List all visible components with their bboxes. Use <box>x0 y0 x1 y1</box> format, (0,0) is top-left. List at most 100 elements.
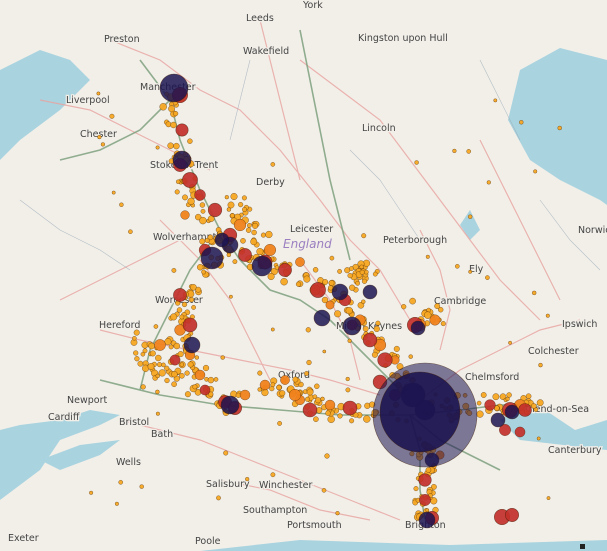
data-point-cluster-large <box>410 320 426 336</box>
data-point <box>337 413 343 419</box>
data-point-cluster <box>429 314 441 326</box>
data-point <box>176 307 183 313</box>
data-point <box>314 383 320 390</box>
london-cluster <box>379 371 461 453</box>
data-point <box>440 321 446 327</box>
data-point <box>361 278 368 284</box>
data-point <box>322 349 327 354</box>
data-point <box>546 496 551 501</box>
data-point <box>173 142 180 150</box>
data-point <box>325 410 331 416</box>
data-point <box>276 384 282 391</box>
data-point-cluster <box>418 473 432 487</box>
data-point <box>241 195 247 201</box>
data-point-cluster <box>342 400 358 416</box>
data-point <box>170 121 177 129</box>
data-point-cluster <box>278 263 292 277</box>
city-label-kingston-upon-hull: Kingston upon Hull <box>358 33 448 44</box>
city-label-lincoln: Lincoln <box>362 123 396 134</box>
data-point <box>480 392 487 398</box>
data-point <box>557 125 562 131</box>
data-point-cluster-large <box>183 336 201 354</box>
data-point-cluster <box>514 426 526 438</box>
data-point <box>359 269 365 275</box>
data-point <box>228 294 233 299</box>
data-point <box>303 275 311 283</box>
data-point <box>414 160 419 165</box>
data-point <box>506 392 512 398</box>
data-point-cluster <box>194 369 206 381</box>
data-point <box>362 325 369 332</box>
data-point <box>149 350 156 357</box>
city-label-wakefield: Wakefield <box>243 46 289 57</box>
data-point-cluster-large <box>342 316 362 336</box>
data-point <box>171 381 177 388</box>
map-canvas[interactable]: England York Leeds Preston Wakefield Kin… <box>0 0 607 551</box>
data-point <box>114 501 119 506</box>
data-point <box>245 476 250 482</box>
city-label-winchester: Winchester <box>259 480 312 491</box>
data-point <box>179 314 185 320</box>
data-point-cluster <box>484 399 496 411</box>
data-point <box>128 229 133 235</box>
data-point <box>277 420 283 426</box>
data-point <box>100 142 106 147</box>
data-point <box>371 351 378 358</box>
data-point <box>315 397 322 404</box>
city-label-southampton: Southampton <box>243 505 307 516</box>
data-point <box>327 415 335 424</box>
data-point-cluster <box>173 288 187 302</box>
data-point <box>216 495 221 501</box>
data-point-cluster-large <box>490 412 506 428</box>
data-point <box>199 202 206 208</box>
city-label-leeds: Leeds <box>246 13 274 24</box>
data-point-cluster <box>504 507 519 522</box>
city-label-exeter: Exeter <box>8 533 39 544</box>
data-point <box>252 222 259 229</box>
data-point <box>181 301 188 308</box>
data-point <box>304 371 309 376</box>
data-point <box>347 338 352 343</box>
data-point <box>345 387 351 393</box>
data-point-cluster <box>239 389 251 401</box>
data-point-cluster-large <box>504 404 520 420</box>
city-label-preston: Preston <box>104 34 140 45</box>
data-point <box>147 363 155 370</box>
data-point-cluster <box>325 300 335 310</box>
city-label-norwich: Norwich <box>578 225 607 236</box>
data-point <box>155 354 162 362</box>
data-point <box>334 310 342 318</box>
data-point <box>223 450 229 456</box>
data-point <box>155 373 160 379</box>
city-label-leicester: Leicester <box>290 224 333 235</box>
data-point <box>195 286 202 293</box>
data-point <box>132 335 137 341</box>
data-point <box>227 201 235 209</box>
data-point <box>182 194 188 201</box>
data-point <box>171 267 177 273</box>
data-point <box>270 162 276 167</box>
data-point <box>348 266 354 272</box>
data-point <box>349 418 355 424</box>
city-label-peterborough: Peterborough <box>383 235 447 246</box>
data-point <box>538 362 543 368</box>
data-point <box>199 238 206 245</box>
data-point <box>168 105 176 113</box>
data-point <box>237 201 244 208</box>
city-label-newport: Newport <box>67 395 107 406</box>
data-point <box>245 227 252 233</box>
data-point <box>207 234 214 241</box>
map-view[interactable]: England York Leeds Preston Wakefield Kin… <box>0 0 607 551</box>
data-point <box>345 306 353 315</box>
data-point <box>164 377 170 384</box>
data-point <box>174 189 180 195</box>
data-point <box>533 169 538 174</box>
data-point <box>345 376 350 382</box>
data-point <box>170 313 178 321</box>
data-point <box>257 370 263 376</box>
data-point-cluster <box>238 248 252 262</box>
data-point-cluster <box>207 202 223 218</box>
data-point <box>267 272 275 281</box>
data-point-cluster-large <box>200 246 224 270</box>
data-point <box>202 364 210 372</box>
